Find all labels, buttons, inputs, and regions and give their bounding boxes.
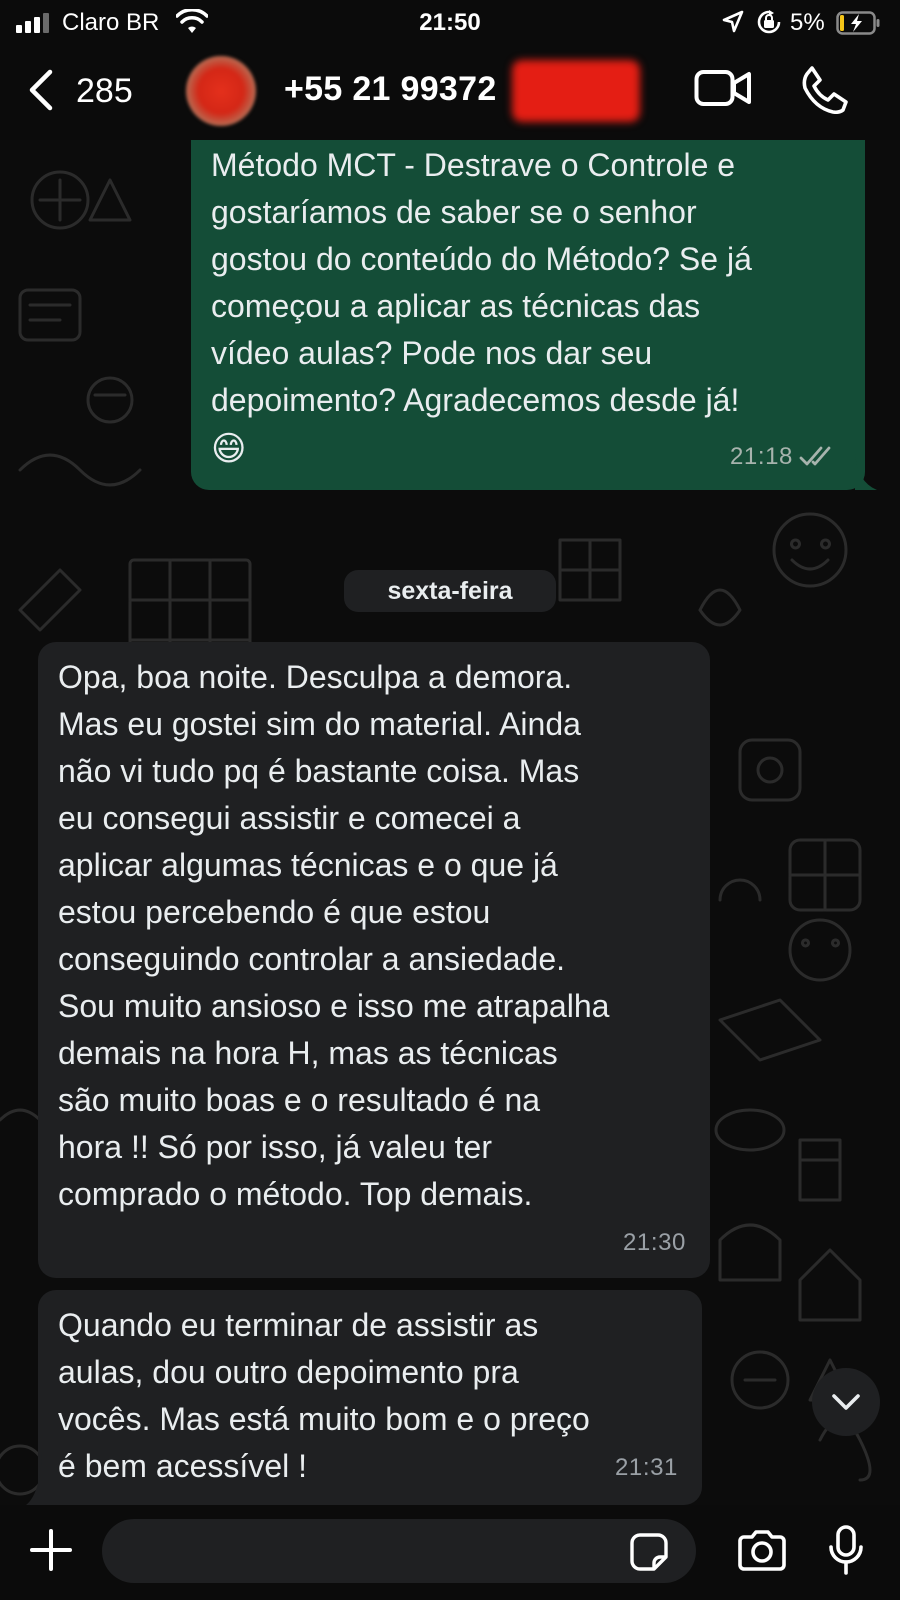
location-arrow-icon <box>722 10 744 39</box>
message-meta: 21:31 <box>615 1444 678 1491</box>
message-text: Método MCT - Destrave o Controle e gosta… <box>211 147 752 418</box>
battery-percent: 5% <box>790 9 825 36</box>
status-bar: Claro BR 21:50 5% <box>0 0 900 46</box>
wifi-icon <box>175 8 209 40</box>
battery-charging-icon <box>836 11 882 40</box>
back-button[interactable] <box>26 68 54 112</box>
microphone-icon[interactable] <box>828 1525 864 1582</box>
double-check-icon <box>799 446 831 465</box>
day-separator: sexta-feira <box>344 570 556 612</box>
message-bubble-outgoing[interactable]: Método MCT - Destrave o Controle e gosta… <box>191 140 865 490</box>
phone-icon[interactable] <box>800 64 850 119</box>
back-chevron-icon <box>29 69 53 111</box>
bubble-tail <box>855 452 877 490</box>
video-call-icon[interactable] <box>694 66 752 115</box>
unread-count[interactable]: 285 <box>76 72 133 111</box>
message-composer <box>0 1505 900 1600</box>
message-time: 21:31 <box>614 1454 678 1481</box>
camera-icon[interactable] <box>736 1529 788 1578</box>
bubble-tail <box>26 1454 42 1505</box>
message-bubble-incoming[interactable]: Quando eu terminar de assistir as aulas,… <box>38 1290 702 1505</box>
message-text: Opa, boa noite. Desculpa a demora. Mas e… <box>58 659 610 1212</box>
scroll-to-bottom-button[interactable] <box>812 1368 880 1436</box>
sticker-icon[interactable] <box>628 1531 670 1578</box>
redaction-mark <box>512 60 640 122</box>
message-bubble-incoming[interactable]: Opa, boa noite. Desculpa a demora. Mas e… <box>38 642 710 1278</box>
chat-header: 285 +55 21 99372 <box>0 46 900 140</box>
message-text: Quando eu terminar de assistir as aulas,… <box>58 1307 590 1484</box>
message-input[interactable] <box>102 1519 696 1583</box>
message-time: 21:18 <box>729 443 793 470</box>
signal-icon <box>16 13 49 33</box>
chevron-down-icon <box>832 1394 860 1410</box>
rotation-lock-icon <box>756 9 782 40</box>
contact-name[interactable]: +55 21 99372 <box>284 70 497 109</box>
carrier-name: Claro BR <box>62 9 160 36</box>
plus-icon[interactable] <box>28 1527 74 1578</box>
message-time: 21:30 <box>622 1229 686 1256</box>
message-meta: 21:18 <box>730 433 835 480</box>
message-meta: 21:30 <box>623 1219 686 1266</box>
avatar[interactable] <box>186 56 256 126</box>
